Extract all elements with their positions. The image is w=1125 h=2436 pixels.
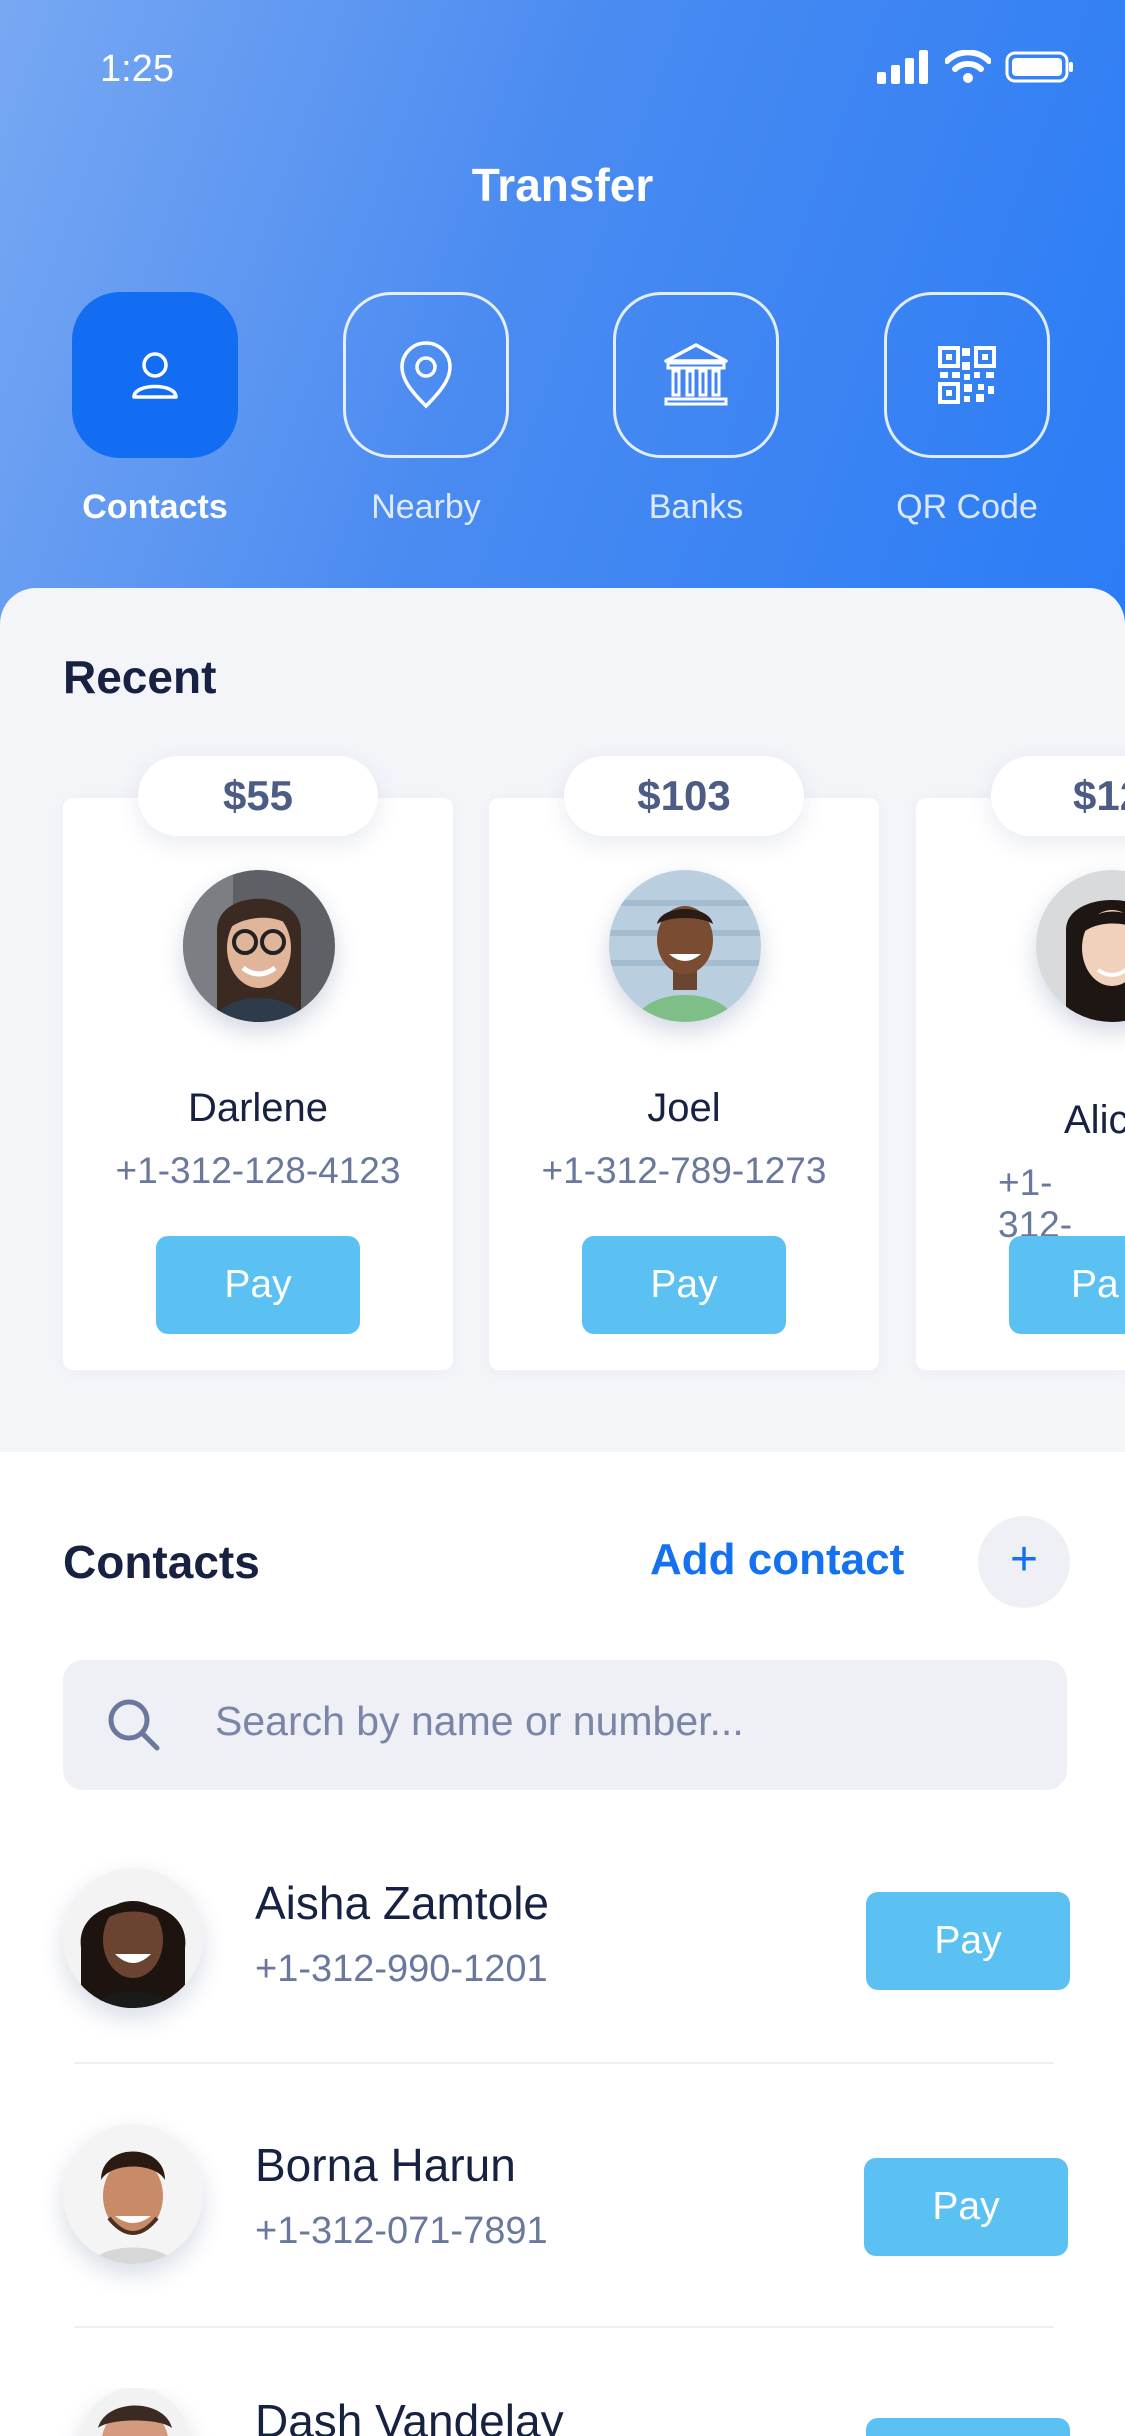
contacts-title: Contacts [63, 1536, 260, 1588]
tab-qr-code[interactable]: QR Code [882, 292, 1052, 527]
divider [74, 2062, 1054, 2064]
avatar [63, 1868, 203, 2008]
divider [74, 2326, 1054, 2328]
status-icons [875, 50, 1075, 84]
card-clip: $12 Alic +1-312- Pa [916, 738, 1125, 1378]
contact-phone: +1-312-990-1201 [255, 1948, 548, 1990]
bank-icon [664, 343, 728, 406]
recent-title: Recent [63, 651, 217, 703]
avatar [609, 870, 761, 1022]
recent-card[interactable]: $12 Alic +1-312- Pa [916, 756, 1125, 1370]
pay-button[interactable]: Pay [582, 1236, 786, 1334]
search-field[interactable]: Search by name or number... [63, 1660, 1067, 1790]
pay-button[interactable]: Pay [156, 1236, 360, 1334]
battery-icon [1005, 51, 1073, 83]
amount-badge: $12 [991, 756, 1125, 836]
contact-phone: +1-312- [998, 1162, 1073, 1245]
location-pin-icon [400, 341, 452, 409]
add-contact-link[interactable]: Add contact [650, 1535, 904, 1585]
contact-phone: +1-312-128-4123 [115, 1150, 401, 1191]
contact-phone: +1-312-789-1273 [541, 1150, 827, 1191]
avatar [1036, 870, 1125, 1022]
avatar [63, 2124, 203, 2264]
contact-row[interactable]: Dash Vandelay [0, 2388, 1125, 2436]
avatar [183, 870, 335, 1022]
amount-badge: $103 [564, 756, 804, 836]
search-icon [108, 1699, 160, 1751]
wifi-icon [945, 50, 991, 83]
avatar [80, 2388, 190, 2436]
pay-button[interactable]: Pay [864, 2158, 1068, 2256]
recent-card[interactable]: $55 Darlene +1-312-128-4123 Pay [63, 756, 453, 1370]
tab-nearby-box[interactable] [343, 292, 509, 458]
tab-nearby[interactable]: Nearby [341, 292, 511, 527]
page-title: Transfer [471, 159, 654, 211]
tab-banks[interactable]: Banks [611, 292, 781, 527]
tab-contacts-box[interactable] [72, 292, 238, 458]
contact-name: Aisha Zamtole [255, 1877, 550, 1929]
pay-button[interactable]: Pa [1009, 1236, 1125, 1334]
tab-contacts[interactable]: Contacts [70, 292, 240, 527]
contact-name: Joel [647, 1086, 721, 1130]
tab-qr-box[interactable] [884, 292, 1050, 458]
pay-button[interactable]: Pay [866, 1892, 1070, 1990]
pay-button[interactable] [866, 2418, 1070, 2436]
status-time: 1:25 [100, 48, 174, 90]
amount-badge: $55 [138, 756, 378, 836]
tab-banks-box[interactable] [613, 292, 779, 458]
recent-card[interactable]: $103 Joel +1-312-789-1273 Pay [489, 756, 879, 1370]
tab-label: Banks [648, 488, 744, 526]
tab-label: Nearby [371, 488, 481, 526]
qr-code-icon [938, 346, 996, 404]
header: 1:25 Transfer Contacts Nearby Banks QR C… [0, 0, 1125, 640]
amount-text: $12 [1073, 772, 1125, 819]
signal-icon [877, 50, 928, 84]
tab-label: Contacts [82, 488, 228, 526]
contact-name: Borna Harun [255, 2139, 516, 2191]
contact-row[interactable]: Borna Harun +1-312-071-7891 Pay [0, 2124, 1125, 2324]
contact-name: Alic [1064, 1098, 1125, 1142]
contact-name: Darlene [187, 1086, 329, 1130]
user-icon [132, 352, 178, 399]
add-contact-button[interactable]: + [978, 1516, 1070, 1608]
contact-phone: +1-312-071-7891 [255, 2210, 548, 2252]
contact-row[interactable]: Aisha Zamtole +1-312-990-1201 Pay [0, 1860, 1125, 2060]
tab-label: QR Code [896, 488, 1038, 526]
search-input[interactable]: Search by name or number... [215, 1698, 744, 1745]
contact-name: Dash Vandelay [255, 2395, 564, 2436]
